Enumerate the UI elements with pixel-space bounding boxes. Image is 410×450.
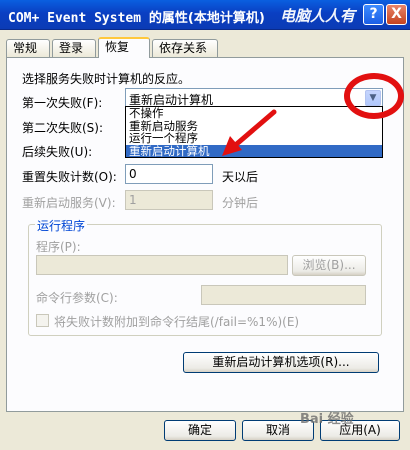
reset-count-input[interactable]: 0 xyxy=(125,164,213,184)
restart-computer-options-button[interactable]: 重新启动计算机选项(R)... xyxy=(183,352,379,373)
cmd-args-label: 命令行参数(C): xyxy=(36,291,118,305)
tab-recovery[interactable]: 恢复 xyxy=(98,37,150,58)
tab-general[interactable]: 常规 xyxy=(6,39,50,57)
title-bar: COM+ Event System 的属性(本地计算机) 电脑人人有 ? X xyxy=(0,0,410,30)
close-button[interactable]: X xyxy=(386,4,407,25)
reset-count-unit: 天以后 xyxy=(222,170,259,184)
restart-service-input[interactable]: 1 xyxy=(125,190,213,210)
window-title: COM+ Event System 的属性(本地计算机) xyxy=(8,7,265,26)
annotation-ring xyxy=(344,73,404,119)
browse-button[interactable]: 浏览(B)... xyxy=(292,255,366,276)
annotation-arrow-icon xyxy=(222,109,277,156)
first-failure-label: 第一次失败(F): xyxy=(22,96,103,110)
footer-watermark: Bai 经验 xyxy=(300,412,354,427)
second-failure-label: 第二次失败(S): xyxy=(22,121,104,135)
run-program-title: 运行程序 xyxy=(35,217,88,234)
program-label: 程序(P): xyxy=(36,240,81,254)
append-fail-count-label: 将失败计数附加到命令行结尾(/fail=%1%)(E) xyxy=(54,315,300,329)
subsequent-failure-label: 后续失败(U): xyxy=(22,145,93,159)
program-input[interactable] xyxy=(36,255,288,275)
recovery-intro: 选择服务失败时计算机的反应。 xyxy=(22,72,191,86)
restart-service-unit: 分钟后 xyxy=(222,196,259,210)
append-fail-count-checkbox[interactable] xyxy=(36,314,49,327)
tab-dependencies[interactable]: 依存关系 xyxy=(152,39,218,57)
cmd-args-input[interactable] xyxy=(201,285,366,305)
help-button[interactable]: ? xyxy=(363,4,384,25)
ok-button[interactable]: 确定 xyxy=(164,420,236,441)
watermark-text: 电脑人人有 xyxy=(280,7,356,25)
window-title-service: COM+ Event System xyxy=(8,11,142,26)
reset-count-label: 重置失败计数(O): xyxy=(22,170,117,184)
window-title-suffix: 的属性(本地计算机) xyxy=(148,11,265,26)
tab-logon[interactable]: 登录 xyxy=(52,39,96,57)
restart-service-label: 重新启动服务(V): xyxy=(22,196,116,210)
